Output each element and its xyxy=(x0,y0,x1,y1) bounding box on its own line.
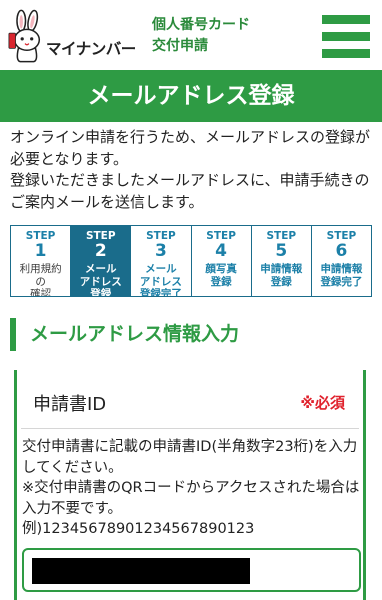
intro-text: オンライン申請を行うため、メールアドレスの登録が必要となります。 登録いただきま… xyxy=(10,127,376,213)
step-caption-line: 申請情報 xyxy=(320,263,363,275)
field-label: 申請書ID xyxy=(33,394,107,415)
help-paragraph: ※交付申請書のQRコードからアクセスされた場合は入力不要です。 xyxy=(22,480,360,517)
field-help-text: 交付申請書に記載の申請書ID(半角数字23桁)を入力してください。 ※交付申請書… xyxy=(22,437,362,540)
step-6: STEP 6 申請情報 登録完了 xyxy=(310,226,371,296)
menu-bar xyxy=(322,49,370,58)
step-caption-line: 登録完了 xyxy=(320,275,363,288)
step-caption-line: 登録 xyxy=(210,275,232,288)
intro-paragraph: オンライン申請を行うため、メールアドレスの登録が必要となります。 xyxy=(10,128,371,168)
step-caption-line: 登録 xyxy=(90,288,112,296)
step-caption-line: メール xyxy=(145,263,177,275)
required-badge: ※必須 xyxy=(300,394,345,412)
step-caption: 顔写真 登録 xyxy=(192,263,251,288)
step-number: 6 xyxy=(335,241,348,261)
application-id-field xyxy=(22,548,361,592)
intro-paragraph: 登録いただきましたメールアドレスに、申請手続きのご案内メールを送信します。 xyxy=(10,171,370,211)
step-1: STEP 1 利用規約 の 確認 xyxy=(11,226,70,296)
step-caption: メール アドレス 登録完了 xyxy=(131,263,190,296)
step-5: STEP 5 申請情報 登録 xyxy=(250,226,311,296)
redacted-value xyxy=(32,558,250,584)
step-caption: メール アドレス 登録 xyxy=(71,263,130,296)
step-caption-line: 顔写真 xyxy=(205,263,237,275)
menu-bar xyxy=(322,32,370,41)
example-text: 例)12345678901234567890123 xyxy=(22,521,255,537)
step-number: 2 xyxy=(94,241,107,261)
step-caption: 申請情報 登録完了 xyxy=(312,263,371,288)
step-number: 3 xyxy=(155,241,167,261)
step-caption-line: アドレス xyxy=(79,275,122,288)
section-accent-bar xyxy=(10,318,16,351)
header-title: 個人番号カード 交付申請 xyxy=(152,15,250,57)
logo-text: マイナンバー xyxy=(46,40,136,58)
mynumber-logo-link[interactable]: マイナンバー xyxy=(6,6,144,64)
mascot-rabbit-icon xyxy=(8,9,41,63)
step-number: 1 xyxy=(34,241,47,261)
form-panel: 申請書ID ※必須 交付申請書に記載の申請書ID(半角数字23桁)を入力してくだ… xyxy=(14,370,366,600)
page-title: メールアドレス登録 xyxy=(0,70,382,122)
step-2: STEP 2 メール アドレス 登録 xyxy=(70,226,131,296)
section-heading-text: メールアドレス情報入力 xyxy=(30,323,240,345)
step-caption: 申請情報 登録 xyxy=(252,263,311,288)
step-caption-line: 申請情報 xyxy=(260,263,303,275)
step-number: 4 xyxy=(215,241,228,261)
step-caption-line: 確認 xyxy=(30,288,52,296)
step-caption-line: 利用規約 xyxy=(19,263,62,275)
menu-bar xyxy=(322,15,370,24)
header-title-line1: 個人番号カード xyxy=(152,17,250,33)
step-caption-line: の xyxy=(35,275,46,288)
help-paragraph: 交付申請書に記載の申請書ID(半角数字23桁)を入力してください。 xyxy=(22,439,358,476)
site-header: マイナンバー 個人番号カード 交付申請 xyxy=(0,0,382,66)
step-caption-line: アドレス xyxy=(139,275,182,288)
step-progress-bar: STEP 1 利用規約 の 確認 STEP 2 メール アドレス 登録 STEP… xyxy=(10,225,372,297)
field-header: 申請書ID ※必須 xyxy=(21,370,359,429)
step-4: STEP 4 顔写真 登録 xyxy=(190,226,251,296)
step-number: 5 xyxy=(275,241,288,261)
step-3: STEP 3 メール アドレス 登録完了 xyxy=(130,226,190,296)
step-caption-line: 登録完了 xyxy=(139,288,182,296)
section-heading: メールアドレス情報入力 xyxy=(10,318,372,351)
step-caption: 利用規約 の 確認 xyxy=(11,263,70,296)
step-caption-line: 登録 xyxy=(270,275,292,288)
step-caption-line: メール xyxy=(85,263,117,275)
hamburger-menu-icon[interactable] xyxy=(322,15,370,58)
header-title-line2: 交付申請 xyxy=(152,38,208,54)
